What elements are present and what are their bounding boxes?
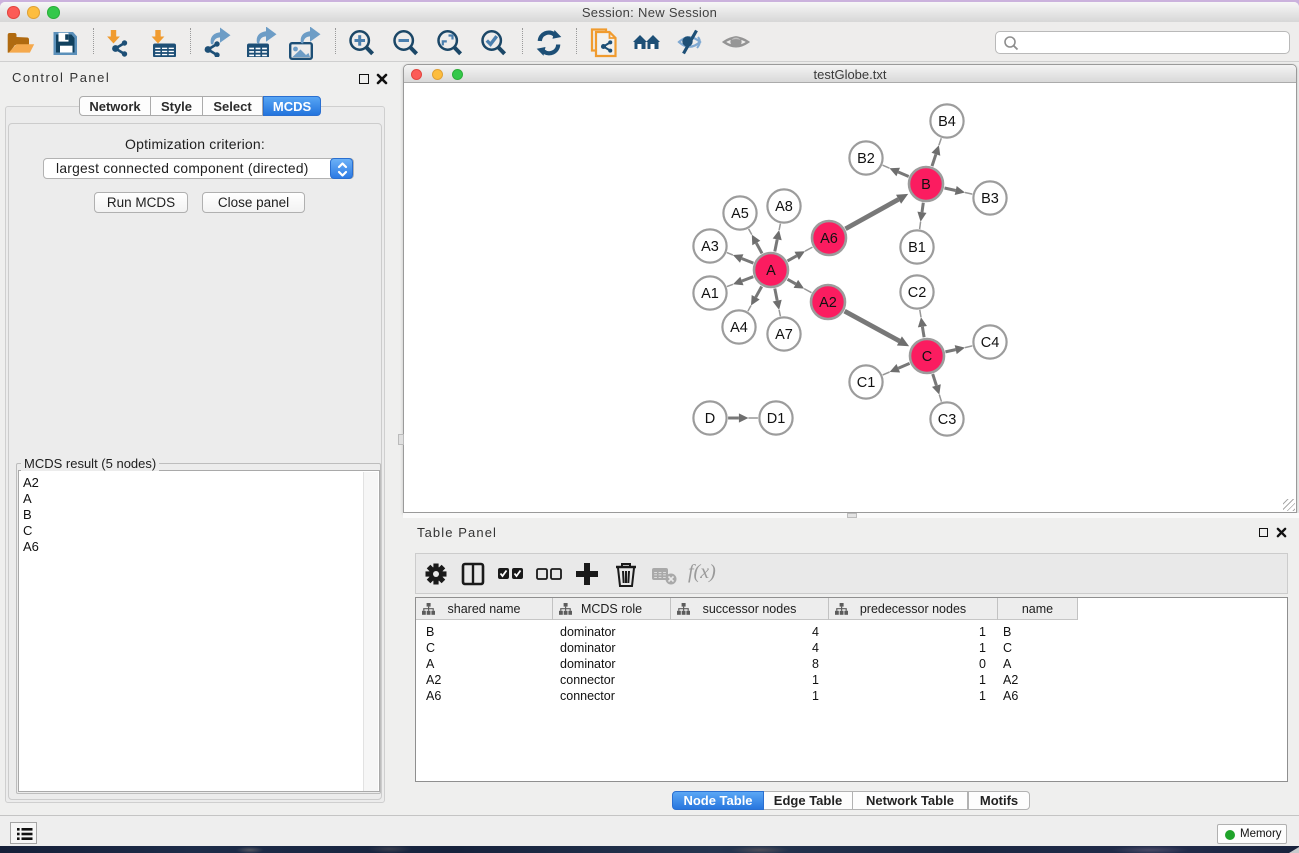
svg-text:B1: B1 — [908, 240, 926, 256]
svg-text:C4: C4 — [981, 335, 1000, 351]
svg-text:A8: A8 — [775, 199, 793, 215]
svg-text:A3: A3 — [701, 239, 719, 255]
svg-text:A1: A1 — [701, 286, 719, 302]
svg-text:D1: D1 — [767, 411, 786, 427]
svg-text:B4: B4 — [938, 114, 956, 130]
svg-text:A: A — [766, 263, 776, 279]
svg-text:A6: A6 — [820, 231, 838, 247]
svg-text:D: D — [705, 411, 715, 427]
svg-text:B2: B2 — [857, 151, 875, 167]
svg-text:A4: A4 — [730, 320, 748, 336]
svg-text:B: B — [921, 177, 931, 193]
svg-text:A5: A5 — [731, 206, 749, 222]
svg-text:C2: C2 — [908, 285, 927, 301]
svg-text:B3: B3 — [981, 191, 999, 207]
svg-text:C1: C1 — [857, 375, 876, 391]
svg-text:C3: C3 — [938, 412, 957, 428]
svg-text:C: C — [922, 349, 932, 365]
svg-text:A7: A7 — [775, 327, 793, 343]
svg-text:A2: A2 — [819, 295, 837, 311]
